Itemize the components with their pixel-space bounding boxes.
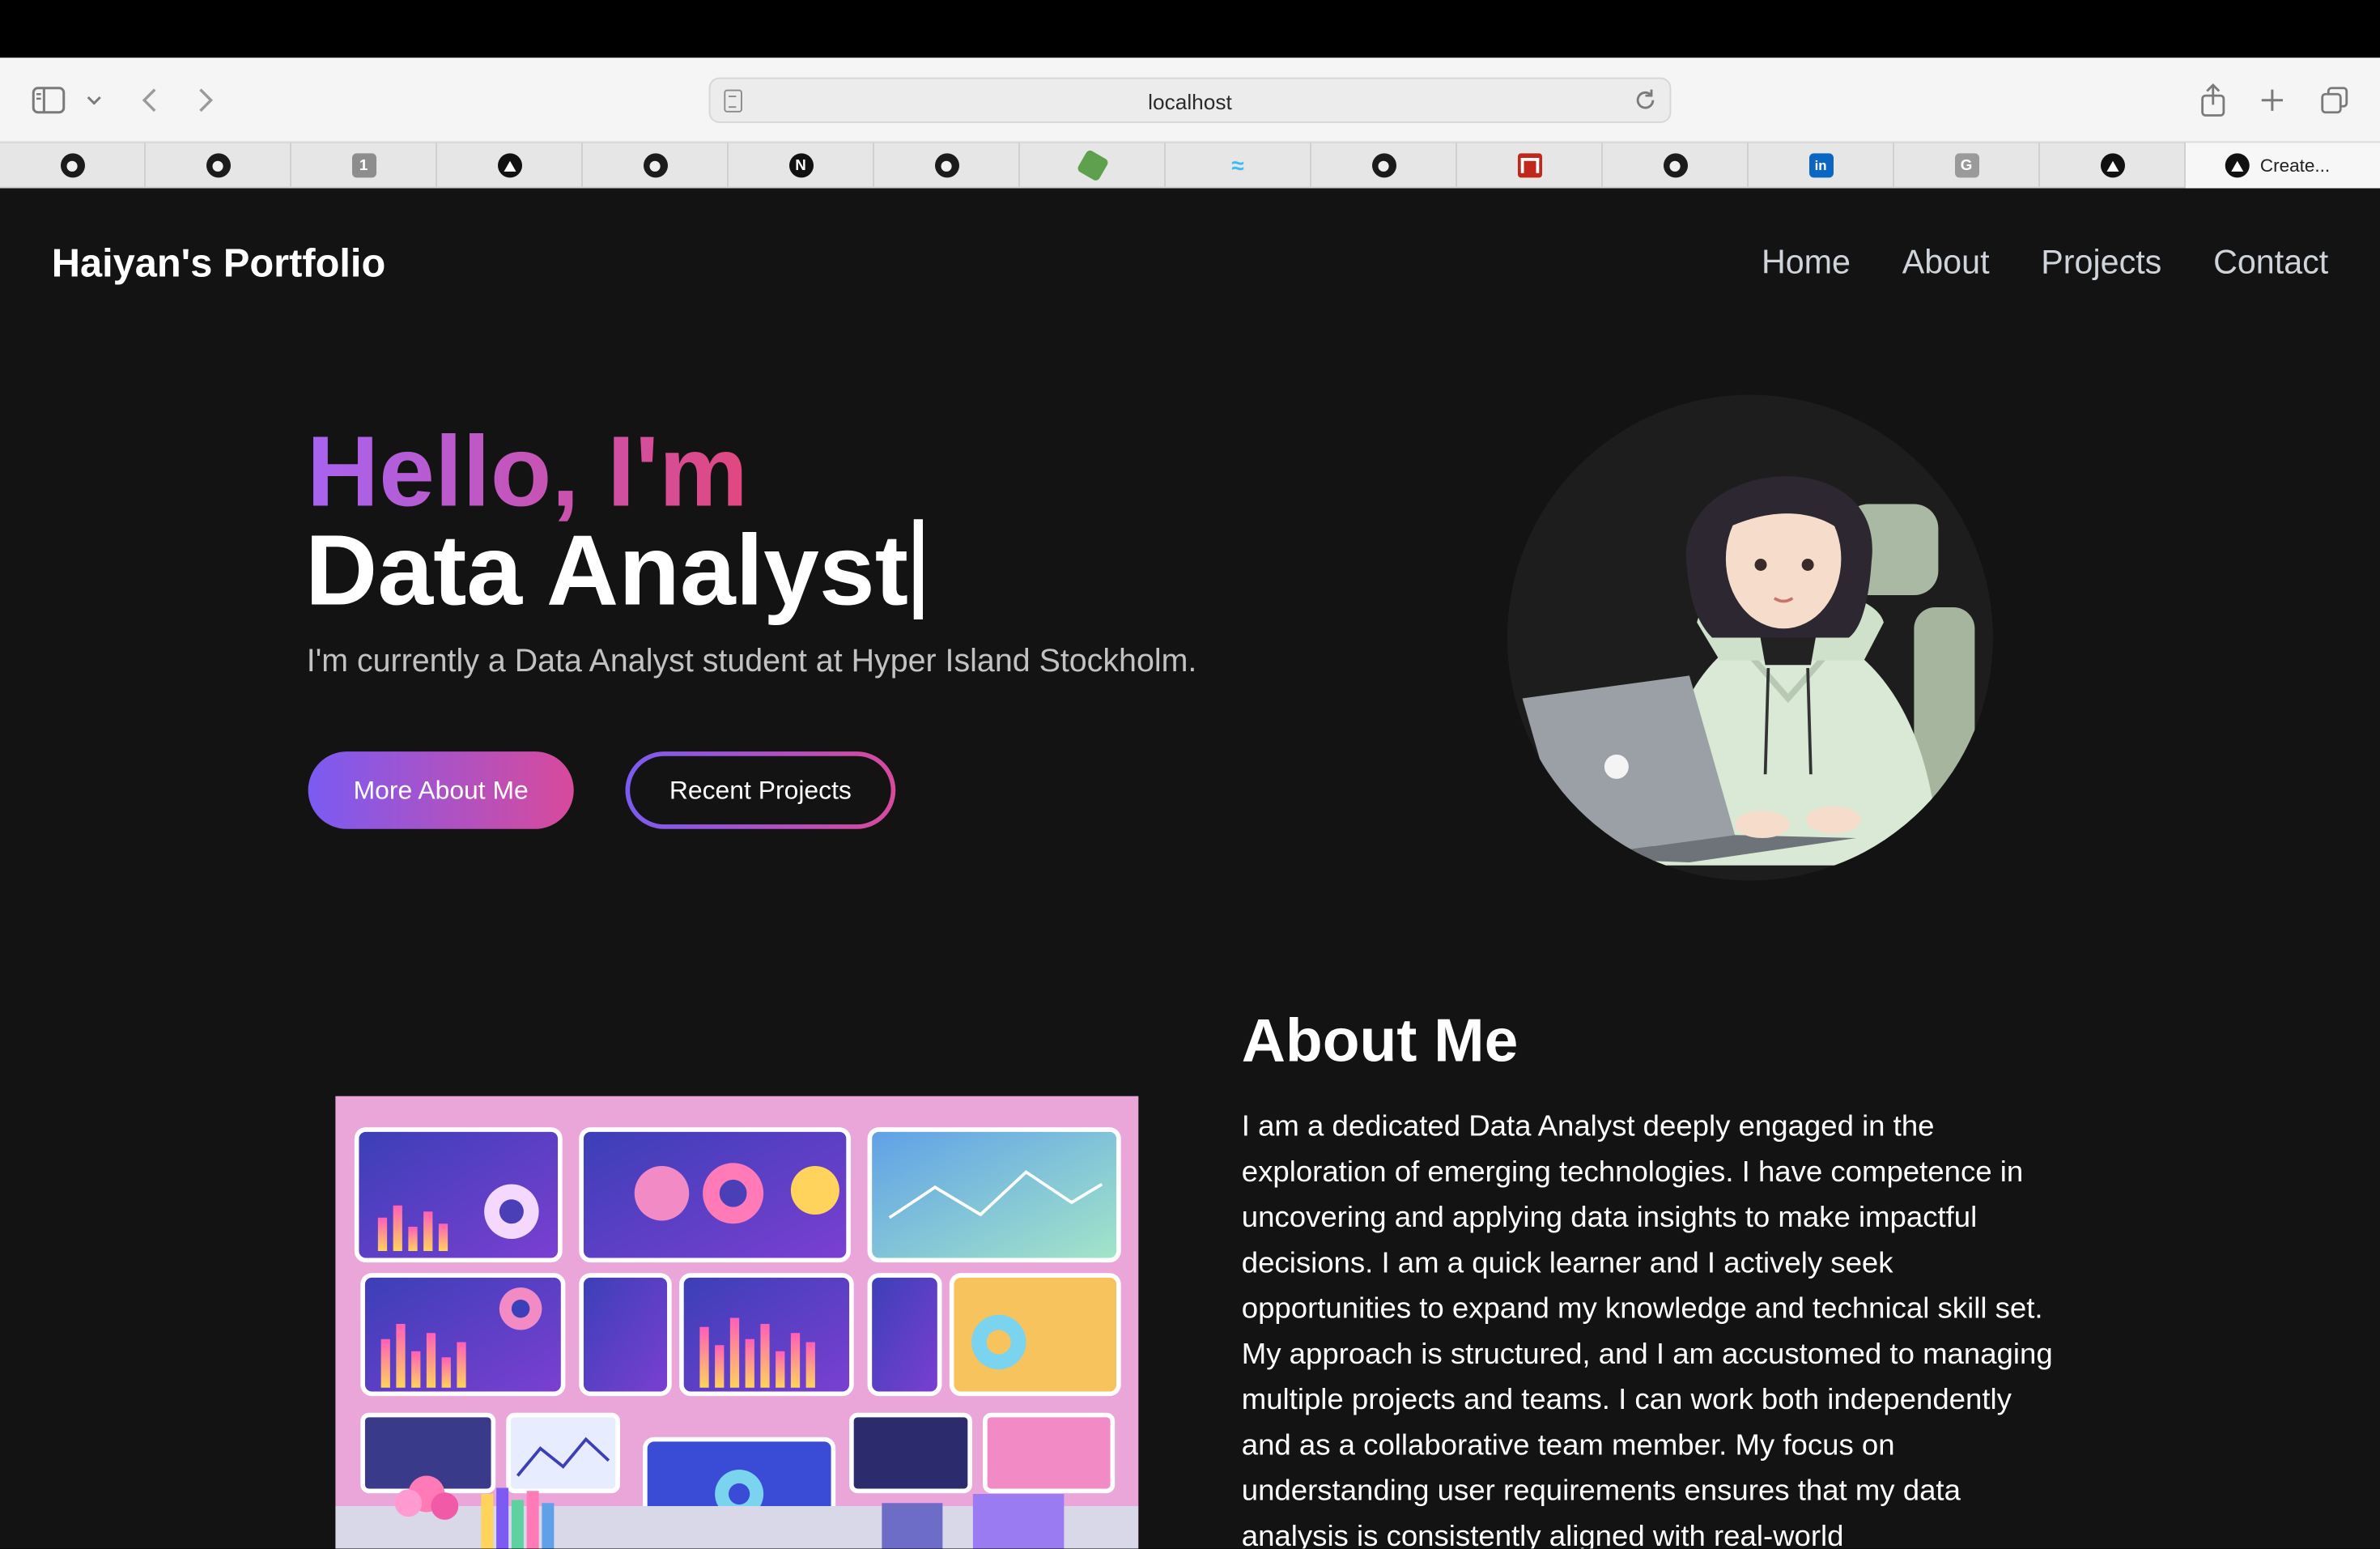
forward-icon[interactable] [189,82,225,118]
tab[interactable] [874,143,1020,189]
about-image [335,1096,1139,1549]
nav-home[interactable]: Home [1762,243,1851,283]
tab[interactable]: ≈ [1166,143,1311,189]
vercel-icon [497,153,522,178]
tab[interactable] [0,143,146,189]
browser-toolbar: localhost [0,57,2380,143]
github-icon [206,153,231,178]
tab-strip: 1 N ≈ in G Create... [0,143,2380,189]
chevron-down-icon[interactable] [76,82,113,118]
vercel-icon [2100,153,2125,178]
tab-active[interactable]: Create... [2186,143,2380,189]
nav-contact[interactable]: Contact [2213,243,2328,283]
tab[interactable]: 1 [291,143,437,189]
nav-projects[interactable]: Projects [2041,243,2161,283]
tab-title: Create... [2259,155,2331,177]
github-icon [1371,153,1396,178]
avatar [1507,394,1993,881]
tab[interactable] [1020,143,1166,189]
vercel-icon [2225,153,2250,178]
site-brand[interactable]: Haiyan's Portfolio [52,240,386,287]
about-text: I am a dedicated Data Analyst deeply eng… [1241,1109,2053,1549]
nav-about[interactable]: About [1902,243,1990,283]
red-app-icon [1517,153,1542,178]
address-bar[interactable]: localhost [708,77,1672,123]
grammarly-icon: G [1954,153,1979,178]
recent-projects-button[interactable]: Recent Projects [625,751,896,829]
tab[interactable] [2040,143,2186,189]
tab[interactable] [583,143,729,189]
tab[interactable] [1311,143,1457,189]
tab-overview-icon[interactable] [2316,82,2352,118]
avatar-illustration-icon [1522,476,1975,866]
address-url: localhost [1148,89,1232,114]
github-icon [1663,153,1688,178]
one-password-icon: 1 [351,153,376,178]
tab[interactable] [437,143,583,189]
screen: localhost 1 N ≈ in G Create... Haiyan's … [0,0,2380,1549]
typing-cursor [914,519,924,619]
tailwind-icon: ≈ [1231,152,1244,179]
more-about-me-button[interactable]: More About Me [308,751,574,829]
github-icon [60,153,85,178]
about-title: About Me [1241,1008,1519,1075]
hero-role-text: Data Analyst [304,513,908,626]
tab[interactable]: G [1894,143,2040,189]
tab[interactable] [1603,143,1749,189]
share-icon[interactable] [2195,82,2231,118]
new-tab-icon[interactable] [2254,82,2290,118]
tab[interactable] [146,143,291,189]
nextjs-icon: N [788,153,814,178]
hero-greeting: Hello, I'm [306,414,748,527]
tab[interactable]: in [1749,143,1894,189]
github-icon [934,153,959,178]
hero-role: Data Analyst [305,513,924,626]
dashboard-illustration-icon [335,1096,1139,1549]
linkedin-icon: in [1808,153,1834,178]
tab[interactable] [1457,143,1603,189]
back-icon[interactable] [130,82,167,118]
github-icon [643,153,668,178]
recent-projects-label: Recent Projects [630,755,891,825]
tab[interactable]: N [729,143,874,189]
reload-icon[interactable] [1630,85,1661,116]
site-nav: Home About Projects Contact [1762,243,2328,283]
system-menubar [0,0,2380,58]
sidebar-toggle-icon[interactable] [31,82,67,118]
hero-subtitle: I'm currently a Data Analyst student at … [306,644,1197,679]
nodejs-icon [1075,148,1109,182]
